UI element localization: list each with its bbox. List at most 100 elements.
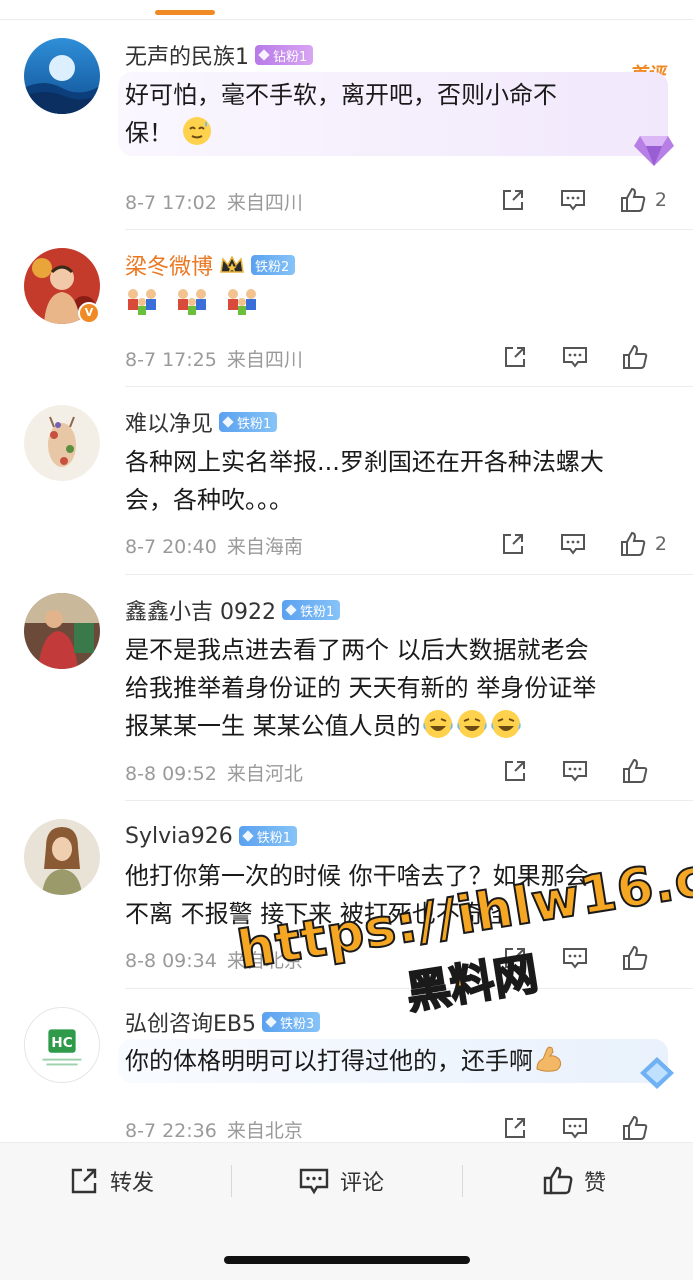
diamond-icon (285, 604, 297, 616)
laughing-crying-emoji-icon (422, 710, 453, 738)
username[interactable]: 鑫鑫小吉 0922 (125, 594, 276, 626)
comment-header: 难以净见 铁粉1 (125, 406, 278, 438)
comment-meta: 8-7 17:02 来自四川 (125, 188, 303, 215)
comment-text-body: 是不是我点进去看了两个 以后大数据就老会 给我推举着身份证的 天天有新的 举身份… (125, 636, 597, 740)
comment-meta: 8-7 22:36 来自北京 (125, 1116, 303, 1143)
separator (231, 1165, 232, 1197)
share-icon (505, 761, 525, 781)
reply-button[interactable] (559, 186, 587, 214)
like-button[interactable] (621, 343, 667, 371)
like-tab-button[interactable]: 赞 (542, 1161, 606, 1201)
comment-location: 来自北京 (226, 950, 303, 972)
repost-button[interactable] (501, 343, 529, 371)
comment-header: 鑫鑫小吉 0922 铁粉1 (125, 594, 341, 626)
fan-badge[interactable]: 铁粉2 (251, 255, 296, 275)
share-icon (505, 948, 525, 968)
reply-button[interactable] (561, 944, 589, 972)
comment-actions: 2 (467, 185, 667, 215)
like-button[interactable] (621, 944, 667, 972)
comment-meta: 8-7 20:40 来自海南 (125, 532, 303, 559)
separator (462, 1165, 463, 1197)
diamond-icon (265, 1016, 277, 1028)
fan-badge[interactable]: 铁粉3 (262, 1012, 321, 1032)
comment-time: 8-7 22:36 (125, 1120, 217, 1142)
fan-badge[interactable]: 钻粉1 (255, 45, 314, 65)
comment-text: 他打你第一次的时候 你干啥去了？如果那会 不离 不报警 接下来 被打死也不奇怪 (125, 862, 589, 928)
comment-label: 评论 (340, 1171, 385, 1196)
comment-location: 来自四川 (226, 349, 303, 371)
thumbs-up-icon (543, 1166, 573, 1195)
comment-icon (299, 1168, 329, 1195)
comment-item: 无声的民族1 钻粉1 首评 好可怕，毫不手软，离开吧，否则小命不 保！ 8-7 … (0, 20, 693, 230)
diamond-icon (222, 416, 234, 428)
like-count: 2 (654, 533, 667, 555)
username[interactable]: 梁冬微博 (125, 249, 213, 281)
avatar[interactable] (24, 593, 100, 669)
avatar[interactable] (24, 405, 100, 481)
avatar[interactable] (24, 38, 100, 114)
avatar[interactable] (24, 819, 100, 895)
like-button[interactable] (621, 757, 667, 785)
home-indicator (224, 1256, 470, 1264)
fan-badge[interactable]: 铁粉1 (281, 600, 341, 620)
avatar-logo-text: HC (51, 1035, 72, 1051)
thumbs-up-icon (623, 758, 648, 783)
repost-label: 转发 (110, 1171, 155, 1196)
share-icon (71, 1168, 97, 1194)
comment-icon (563, 948, 587, 969)
comment-time: 8-7 17:25 (125, 349, 217, 371)
like-button[interactable]: 2 (619, 530, 667, 558)
comment-actions (469, 943, 667, 973)
username[interactable]: 难以净见 (125, 406, 213, 438)
share-icon (505, 347, 525, 367)
comment-icon (560, 534, 585, 555)
fan-badge-label: 铁粉1 (299, 604, 335, 620)
comment-item: HC 弘创咨询EB5 铁粉3 你的体格明明可以打得过他的，还手啊 8-7 22:… (0, 989, 693, 1142)
like-button[interactable] (621, 1114, 667, 1142)
repost-tab-button[interactable]: 转发 (68, 1161, 154, 1201)
fan-badge[interactable]: 铁粉1 (219, 412, 278, 432)
username[interactable]: 无声的民族1 (125, 39, 249, 71)
comment-header: 弘创咨询EB5 铁粉3 (125, 1006, 321, 1038)
reply-button[interactable] (561, 757, 589, 785)
share-icon (502, 190, 523, 210)
laughing-crying-emoji-icon (456, 710, 487, 738)
comment-header: 梁冬微博 铁粉2 (125, 249, 296, 281)
flexed-biceps-emoji-icon (536, 1046, 562, 1072)
comment-tab-button[interactable]: 评论 (298, 1161, 384, 1201)
comment-text: 你的体格明明可以打得过他的，还手啊 (125, 1042, 665, 1080)
reply-button[interactable] (561, 343, 589, 371)
fan-badge-label: 铁粉1 (237, 416, 272, 432)
thumbs-up-icon (620, 531, 646, 556)
comment-time: 8-7 20:40 (125, 536, 217, 558)
comment-item: 难以净见 铁粉1 各种网上实名举报...罗刹国还在开各种法螺大 会，各种吹。。。… (0, 387, 693, 575)
reply-button[interactable] (559, 530, 587, 558)
comment-text: 是不是我点进去看了两个 以后大数据就老会 给我推举着身份证的 天天有新的 举身份… (125, 631, 665, 745)
like-button[interactable]: 2 (619, 186, 667, 214)
verified-badge-icon: V (78, 302, 100, 324)
comment-actions (469, 342, 667, 372)
fan-badge[interactable]: 铁粉1 (238, 826, 297, 846)
repost-button[interactable] (501, 944, 529, 972)
reply-button[interactable] (561, 1114, 589, 1142)
avatar[interactable]: HC (24, 1007, 100, 1083)
repost-button[interactable] (501, 757, 529, 785)
comment-location: 来自北京 (226, 1120, 303, 1142)
comment-meta: 8-8 09:34 来自北京 (125, 946, 303, 973)
comment-location: 来自海南 (226, 536, 303, 558)
comment-meta: 8-7 17:25 来自四川 (125, 345, 303, 372)
comment-text-body: 你的体格明明可以打得过他的，还手啊 (125, 1047, 533, 1075)
username[interactable]: 弘创咨询EB5 (125, 1006, 256, 1038)
username[interactable]: Sylvia926 (125, 824, 233, 849)
repost-button[interactable] (501, 1114, 529, 1142)
fan-badge-label: 钻粉1 (273, 49, 308, 65)
comment-actions (469, 1113, 667, 1143)
repost-button[interactable] (499, 530, 527, 558)
sweat-smile-emoji-icon (182, 117, 211, 145)
family-emoji-icon (228, 289, 256, 315)
comment-time: 8-8 09:52 (125, 763, 217, 785)
repost-button[interactable] (499, 186, 527, 214)
comment-icon (563, 1118, 587, 1139)
comment-time: 8-7 17:02 (125, 192, 217, 214)
comment-location: 来自四川 (226, 192, 303, 214)
